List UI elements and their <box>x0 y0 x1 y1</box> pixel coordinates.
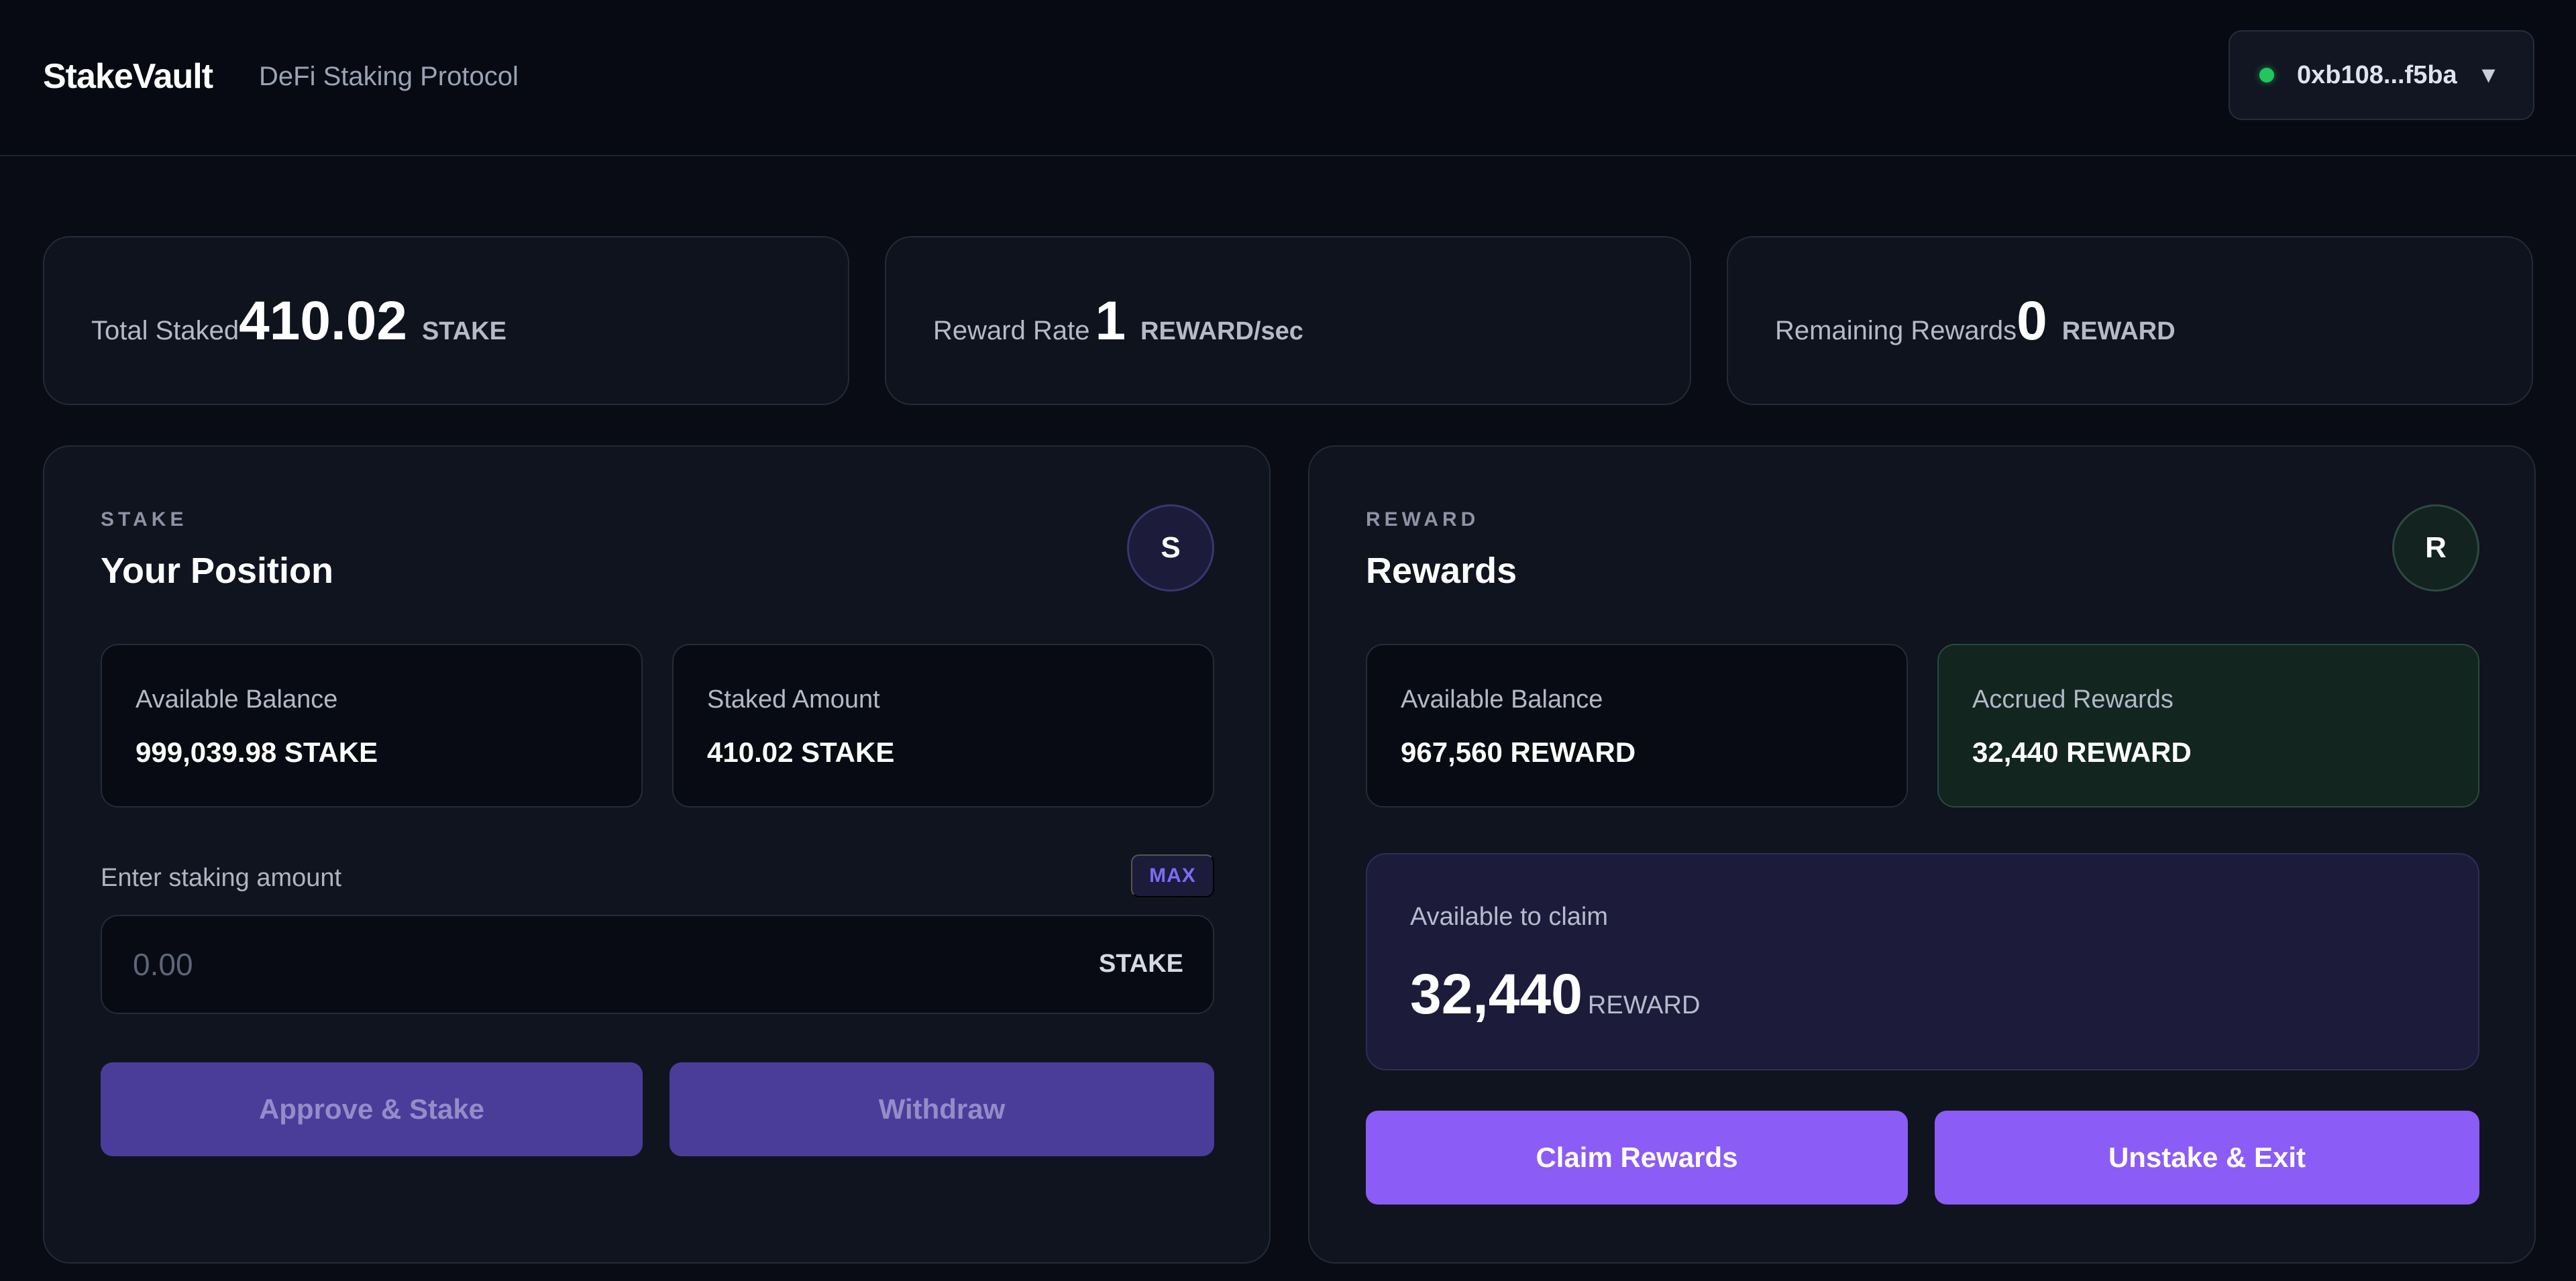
claim-unit: REWARD <box>1587 991 1701 1019</box>
panel-eyebrow: REWARD <box>1366 508 1480 531</box>
stat-card-remaining-rewards: Remaining Rewards 0 REWARD <box>1727 236 2533 405</box>
staked-amount-card: Staked Amount 410.02 STAKE <box>672 644 1214 807</box>
box-label: Available Balance <box>1401 685 1603 714</box>
stat-unit: REWARD/sec <box>1140 317 1303 345</box>
stat-card-reward-rate: Reward Rate 1 REWARD/sec <box>885 236 1691 405</box>
panel-title: Your Position <box>101 551 333 591</box>
connected-status-icon <box>2259 68 2274 82</box>
box-value: 967,560 REWARD <box>1401 736 1636 768</box>
stat-label: Remaining Rewards <box>1775 316 2017 345</box>
stat-card-total-staked: Total Staked 410.02 STAKE <box>43 236 849 405</box>
stat-value: 0 <box>2017 290 2047 351</box>
reward-balance-card: Available Balance 967,560 REWARD <box>1366 644 1908 807</box>
claimable-rewards-card: Available to claim 32,440 REWARD <box>1366 853 2479 1070</box>
unstake-exit-button[interactable]: Unstake & Exit <box>1935 1111 2479 1205</box>
top-header: StakeVault DeFi Staking Protocol 0xb108.… <box>0 0 2576 156</box>
box-value: 410.02 STAKE <box>707 736 895 768</box>
box-label: Staked Amount <box>707 685 880 714</box>
wallet-address: 0xb108...f5ba <box>2297 60 2457 89</box>
panel-title: Rewards <box>1366 551 1517 591</box>
reward-token-icon: R <box>2392 504 2479 592</box>
stake-panel: STAKE Your Position S Available Balance … <box>43 445 1271 1264</box>
staking-amount-input[interactable] <box>133 916 1005 1013</box>
stat-value: 410.02 <box>239 290 407 351</box>
box-label: Available Balance <box>136 685 338 714</box>
chevron-down-icon: ▼ <box>2477 62 2500 88</box>
claim-amount: 32,440 <box>1410 962 1582 1025</box>
withdraw-button[interactable]: Withdraw <box>669 1062 1214 1156</box>
max-button[interactable]: MAX <box>1131 854 1214 897</box>
stat-unit: STAKE <box>421 317 506 345</box>
box-label: Accrued Rewards <box>1972 685 2174 714</box>
stat-label: Total Staked <box>91 316 239 345</box>
available-balance-card: Available Balance 999,039.98 STAKE <box>101 644 643 807</box>
stat-value: 1 <box>1095 290 1126 351</box>
rewards-panel: REWARD Rewards R Available Balance 967,5… <box>1308 445 2536 1264</box>
app-tagline: DeFi Staking Protocol <box>259 62 519 91</box>
claim-rewards-button[interactable]: Claim Rewards <box>1366 1111 1908 1205</box>
staking-amount-field: STAKE <box>101 915 1214 1014</box>
claim-label: Available to claim <box>1410 903 1609 931</box>
staking-amount-label: Enter staking amount <box>101 864 342 892</box>
wallet-button[interactable]: 0xb108...f5ba ▼ <box>2229 30 2534 120</box>
approve-stake-button[interactable]: Approve & Stake <box>101 1062 643 1156</box>
stat-unit: REWARD <box>2061 317 2176 345</box>
stake-token-icon: S <box>1127 504 1214 592</box>
stat-label: Reward Rate <box>933 316 1090 345</box>
box-value: 999,039.98 STAKE <box>136 736 378 768</box>
box-value: 32,440 REWARD <box>1972 736 2192 768</box>
app-logo[interactable]: StakeVault <box>43 59 213 94</box>
accrued-rewards-card: Accrued Rewards 32,440 REWARD <box>1937 644 2479 807</box>
input-unit: STAKE <box>1099 950 1183 978</box>
panel-eyebrow: STAKE <box>101 508 188 531</box>
